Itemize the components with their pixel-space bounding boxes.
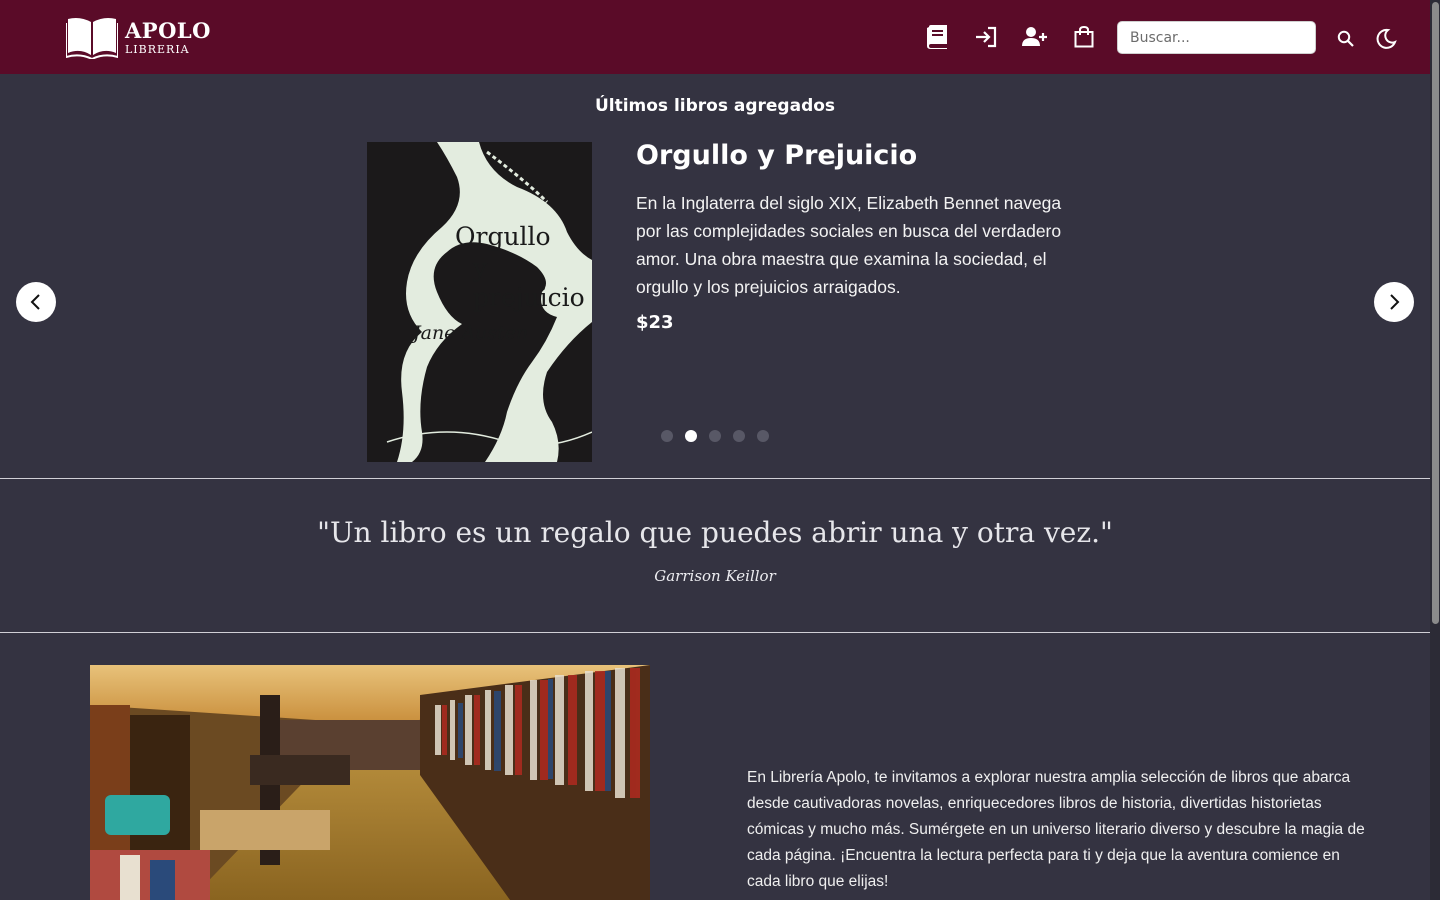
about-text: En Librería Apolo, te invitamos a explor…: [747, 769, 1365, 890]
carousel-indicators: [661, 430, 781, 442]
cover-title-line1: Orgullo: [455, 222, 551, 251]
chevron-left-icon: [30, 294, 40, 310]
book-title: Orgullo y Prejuicio: [636, 140, 918, 171]
brand-subtitle: LIBRERIA: [125, 42, 190, 56]
quote-text: "Un libro es un regalo que puedes abrir …: [317, 516, 1113, 549]
carousel-prev-button[interactable]: [16, 282, 56, 322]
register-button[interactable]: [1020, 22, 1050, 52]
catalog-button[interactable]: [922, 22, 952, 52]
shopping-bag-icon: [1074, 26, 1094, 48]
chevron-right-icon: [1390, 294, 1400, 310]
search-button[interactable]: [1333, 26, 1357, 50]
search-input[interactable]: [1117, 21, 1316, 54]
add-user-icon: [1022, 27, 1047, 46]
carousel-indicator[interactable]: [661, 430, 673, 442]
carousel-indicator[interactable]: [757, 430, 769, 442]
section-divider: [0, 478, 1430, 479]
page-scrollbar[interactable]: [1430, 0, 1440, 900]
section-divider: [0, 632, 1430, 633]
bookstore-photo: [90, 665, 650, 900]
cart-button[interactable]: [1069, 22, 1099, 52]
search-icon: [1337, 30, 1354, 47]
navbar: APOLO LIBRERIA: [0, 0, 1430, 74]
login-icon: [976, 26, 997, 48]
open-book-logo-icon: [66, 18, 118, 59]
quote-author: Garrison Keillor: [654, 567, 776, 585]
carousel-section-title: Últimos libros agregados: [594, 96, 836, 116]
book-cover-image[interactable]: Orgullo y prejuicio Jane Austen: [367, 142, 592, 462]
cover-title-line2: y prejuicio: [473, 253, 585, 312]
carousel-next-button[interactable]: [1374, 282, 1414, 322]
brand-name: APOLO: [125, 17, 211, 43]
scrollbar-thumb[interactable]: [1432, 2, 1439, 624]
brand-logo-link[interactable]: APOLO LIBRERIA: [66, 15, 211, 59]
carousel-indicator-active[interactable]: [685, 430, 697, 442]
cover-author: Jane Austen: [413, 322, 529, 344]
carousel-indicator[interactable]: [733, 430, 745, 442]
carousel-indicator[interactable]: [709, 430, 721, 442]
book-price: $23: [636, 312, 674, 333]
theme-toggle-button[interactable]: [1373, 25, 1399, 51]
book-description: En la Inglaterra del siglo XIX, Elizabet…: [636, 193, 1062, 297]
book-icon: [927, 25, 947, 49]
moon-icon: [1376, 28, 1397, 49]
login-button[interactable]: [971, 22, 1001, 52]
